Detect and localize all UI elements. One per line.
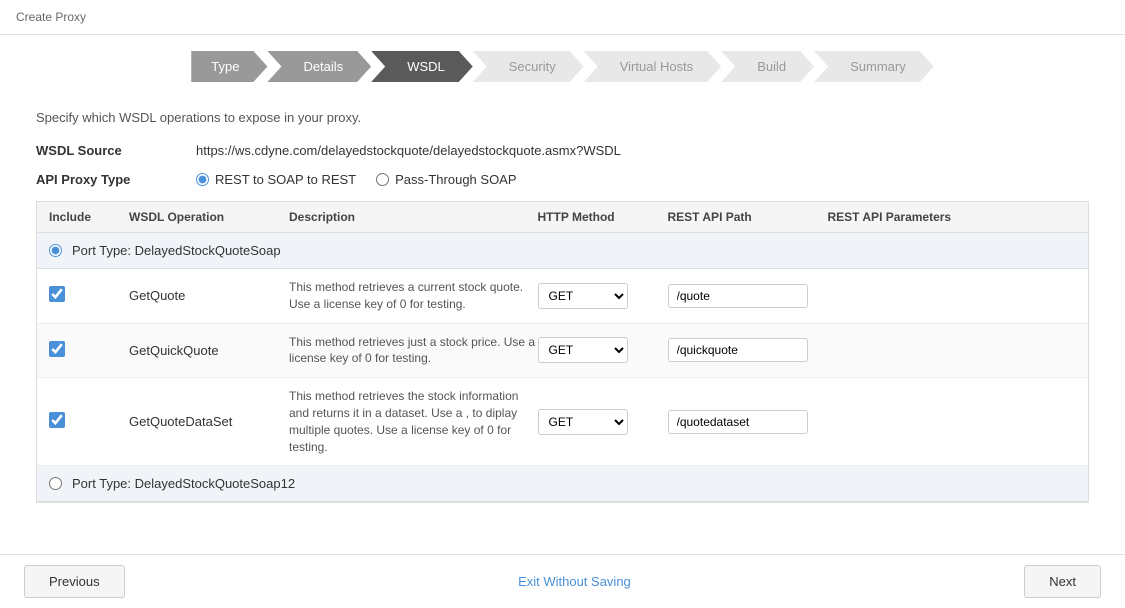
wizard-step-security[interactable]: Security (473, 51, 584, 82)
proxy-type-options: REST to SOAP to REST Pass-Through SOAP (196, 172, 517, 187)
next-button[interactable]: Next (1024, 565, 1101, 598)
radio-passthrough-soap-label: Pass-Through SOAP (395, 172, 516, 187)
table-row: GetQuickQuote This method retrieves just… (37, 324, 1088, 379)
wizard-steps: TypeDetailsWSDLSecurityVirtual HostsBuil… (0, 35, 1125, 98)
radio-rest-soap-rest-label: REST to SOAP to REST (215, 172, 356, 187)
op3-name: GetQuoteDataSet (129, 414, 289, 429)
app-title: Create Proxy (16, 10, 86, 24)
port-group-soap1: Port Type: DelayedStockQuoteSoap (37, 233, 1088, 269)
port-group-soap1-label: Port Type: DelayedStockQuoteSoap (72, 243, 281, 258)
col-header-operation: WSDL Operation (129, 210, 289, 224)
wizard-step-label-summary: Summary (814, 51, 934, 82)
table-row: GetQuote This method retrieves a current… (37, 269, 1088, 324)
proxy-type-row: API Proxy Type REST to SOAP to REST Pass… (36, 172, 1089, 187)
wizard-step-label-details: Details (267, 51, 371, 82)
op3-method-select[interactable]: GET POST PUT DELETE (538, 409, 628, 435)
op1-name: GetQuote (129, 288, 289, 303)
col-header-method: HTTP Method (538, 210, 668, 224)
wsdl-source-value: https://ws.cdyne.com/delayedstockquote/d… (196, 143, 621, 158)
col-header-description: Description (289, 210, 538, 224)
content-area: Specify which WSDL operations to expose … (0, 98, 1125, 503)
wizard-step-label-virtual-hosts: Virtual Hosts (584, 51, 721, 82)
radio-passthrough-soap[interactable]: Pass-Through SOAP (376, 172, 516, 187)
table-header: Include WSDL Operation Description HTTP … (37, 202, 1088, 233)
op3-checkbox[interactable] (49, 412, 65, 428)
op3-description: This method retrieves the stock informat… (289, 388, 538, 455)
wizard-step-label-build: Build (721, 51, 814, 82)
wizard-step-virtual-hosts[interactable]: Virtual Hosts (584, 51, 721, 82)
previous-button[interactable]: Previous (24, 565, 125, 598)
page-description: Specify which WSDL operations to expose … (36, 110, 1089, 125)
op2-path-input[interactable] (668, 338, 808, 362)
op1-checkbox[interactable] (49, 286, 65, 302)
operations-table: Include WSDL Operation Description HTTP … (36, 201, 1089, 503)
wizard-step-build[interactable]: Build (721, 51, 814, 82)
port-group-soap1-radio[interactable] (49, 244, 62, 257)
wizard-step-wsdl[interactable]: WSDL (371, 51, 473, 82)
proxy-type-label: API Proxy Type (36, 172, 196, 187)
exit-link[interactable]: Exit Without Saving (518, 574, 631, 589)
app-header: Create Proxy (0, 0, 1125, 35)
col-header-rest-path: REST API Path (668, 210, 828, 224)
op1-description: This method retrieves a current stock qu… (289, 279, 538, 313)
col-header-include: Include (49, 210, 129, 224)
port-group-soap12: Port Type: DelayedStockQuoteSoap12 (37, 466, 1088, 502)
wizard-step-label-type: Type (191, 51, 267, 82)
wsdl-source-row: WSDL Source https://ws.cdyne.com/delayed… (36, 143, 1089, 158)
table-row: GetQuoteDataSet This method retrieves th… (37, 378, 1088, 466)
port-group-soap12-radio[interactable] (49, 477, 62, 490)
op1-path-input[interactable] (668, 284, 808, 308)
op3-path-input[interactable] (668, 410, 808, 434)
wizard-step-type[interactable]: Type (191, 51, 267, 82)
footer: Previous Exit Without Saving Next (0, 554, 1125, 608)
col-header-rest-params: REST API Parameters (828, 210, 1077, 224)
op1-method-select[interactable]: GET POST PUT DELETE (538, 283, 628, 309)
port-group-soap12-label: Port Type: DelayedStockQuoteSoap12 (72, 476, 295, 491)
radio-rest-soap-rest-input[interactable] (196, 173, 209, 186)
op2-description: This method retrieves just a stock price… (289, 334, 538, 368)
radio-passthrough-soap-input[interactable] (376, 173, 389, 186)
op2-name: GetQuickQuote (129, 343, 289, 358)
radio-rest-soap-rest[interactable]: REST to SOAP to REST (196, 172, 356, 187)
wizard-step-details[interactable]: Details (267, 51, 371, 82)
op2-checkbox[interactable] (49, 341, 65, 357)
wizard-step-label-wsdl: WSDL (371, 51, 473, 82)
wizard-step-label-security: Security (473, 51, 584, 82)
op2-method-select[interactable]: GET POST PUT DELETE (538, 337, 628, 363)
wsdl-source-label: WSDL Source (36, 143, 196, 158)
wizard-step-summary[interactable]: Summary (814, 51, 934, 82)
